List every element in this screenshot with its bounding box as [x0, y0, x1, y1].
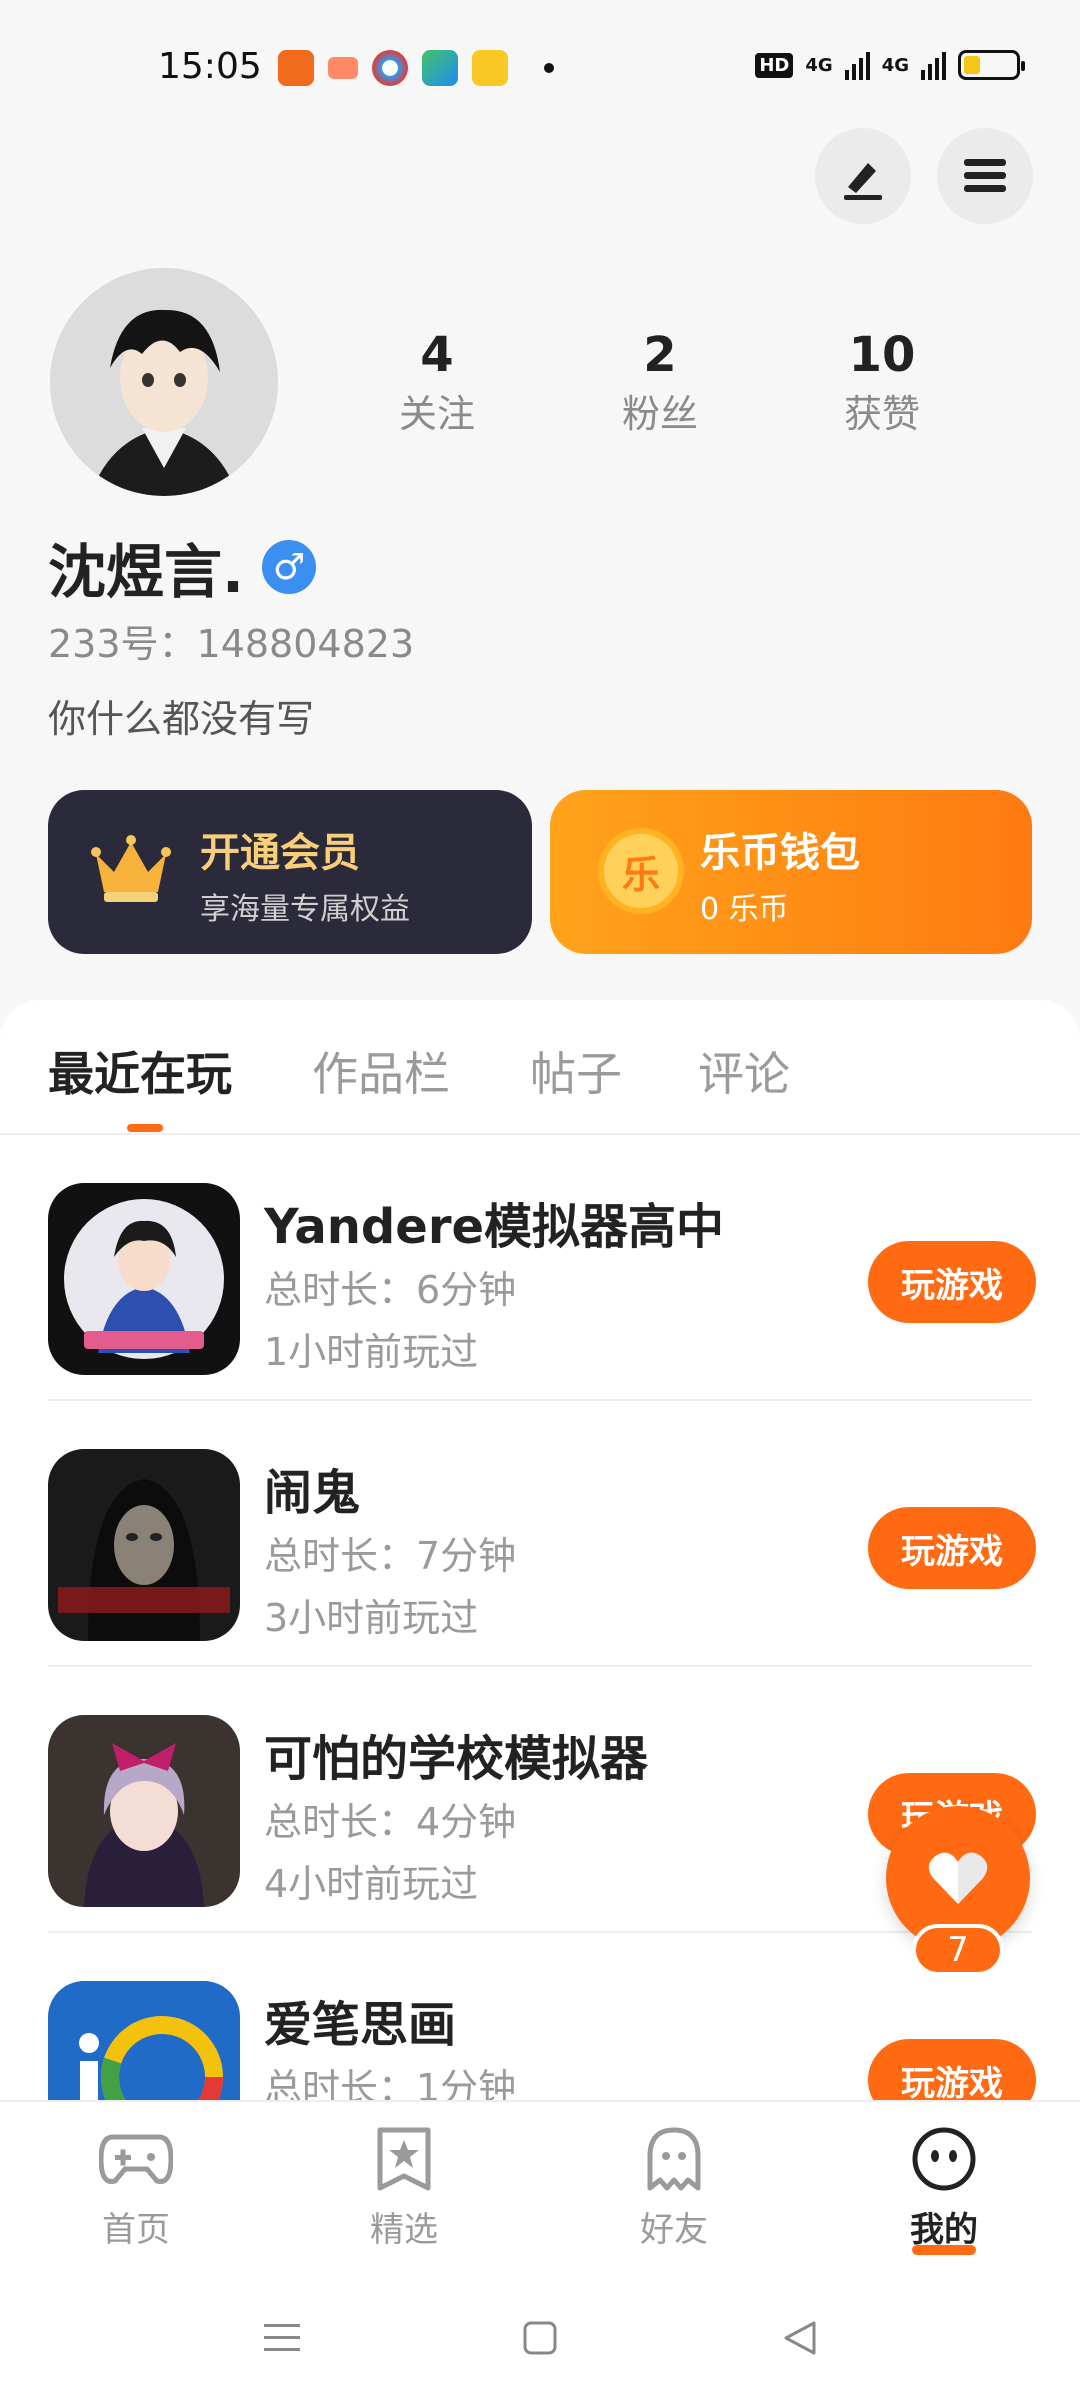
nav-label: 好友 [640, 2210, 708, 2250]
game-item[interactable]: 闹鬼 总时长：7分钟 3小时前玩过 玩游戏 [48, 1401, 1036, 1667]
active-tab-indicator [127, 1124, 163, 1132]
game-notification-icon [328, 57, 358, 79]
wallet-balance: 0 乐币 [700, 892, 789, 927]
nav-label: 精选 [370, 2210, 438, 2250]
game-duration: 总时长：4分钟 [264, 1800, 517, 1844]
battery-level [964, 56, 980, 74]
network-type-1: 4G [805, 54, 833, 76]
gamepad-icon [99, 2122, 173, 2196]
wallet-card[interactable]: 乐 乐币钱包 0 乐币 [550, 790, 1032, 954]
reader-notification-icon [472, 50, 508, 86]
avatar[interactable] [50, 268, 278, 496]
status-bar: 15:05 HD 4G 4G [0, 0, 1080, 130]
menu-lines-icon [264, 2324, 300, 2351]
play-game-button[interactable]: 玩游戏 [868, 2039, 1036, 2100]
star-bookmark-icon [367, 2122, 441, 2196]
avatar-image [50, 268, 278, 496]
game-name: Yandere模拟器高中 [264, 1199, 725, 1255]
app-notification-icon [278, 50, 314, 86]
play-game-button[interactable]: 玩游戏 [868, 1507, 1036, 1589]
tab-posts[interactable]: 帖子 [530, 1038, 622, 1104]
game-icon-haunted [48, 1449, 240, 1641]
likes-label: 获赞 [843, 392, 920, 436]
vip-title: 开通会员 [200, 830, 360, 876]
play-game-button[interactable]: 玩游戏 [868, 1241, 1036, 1323]
tab-works[interactable]: 作品栏 [312, 1038, 450, 1104]
followers-count: 2 [643, 327, 677, 383]
like-count-badge: 7 [912, 1924, 1004, 1976]
ghost-icon [637, 2122, 711, 2196]
back-button[interactable] [770, 2308, 830, 2368]
battery-icon [958, 50, 1025, 80]
tab-recent-played[interactable]: 最近在玩 [48, 1038, 232, 1104]
username: 沈煜言. [48, 538, 245, 606]
profile-tabs: 最近在玩 作品栏 帖子 评论 [0, 1000, 1080, 1135]
likes-stat[interactable]: 10 获赞 [792, 325, 972, 443]
user-bio: 你什么都没有写 [48, 697, 315, 741]
vip-card[interactable]: 开通会员 享海量专属权益 [48, 790, 532, 954]
bottom-nav: 首页 精选 好友 我的 [0, 2100, 1080, 2270]
recent-apps-button[interactable] [252, 2308, 312, 2368]
signal-icon-1 [844, 50, 870, 80]
username-row: 沈煜言. ♂ [48, 525, 317, 609]
menu-icon [964, 159, 1006, 192]
game-duration: 总时长：1分钟 [264, 2066, 517, 2100]
followers-label: 粉丝 [621, 392, 698, 436]
square-icon [523, 2321, 557, 2355]
nav-me[interactable]: 我的 [844, 2122, 1044, 2255]
game-icon-ibis-paint [48, 1981, 240, 2100]
male-gender-icon: ♂ [262, 540, 317, 594]
likes-count: 10 [848, 327, 916, 383]
hd-voice-icon: HD [755, 52, 794, 78]
nav-home[interactable]: 首页 [36, 2122, 236, 2251]
game-duration: 总时长：6分钟 [264, 1268, 517, 1312]
nav-label: 首页 [102, 2210, 170, 2250]
heart-icon [928, 1852, 988, 1904]
more-notifications-dot [544, 63, 554, 73]
menu-button[interactable] [937, 128, 1033, 224]
following-count: 4 [420, 327, 454, 383]
system-nav-bar [0, 2270, 1080, 2400]
crown-icon [91, 835, 171, 902]
tab-comments[interactable]: 评论 [698, 1038, 790, 1104]
game-name: 爱笔思画 [264, 1997, 457, 2053]
game-item[interactable]: 爱笔思画 总时长：1分钟 玩游戏 [48, 1933, 1036, 2100]
nav-label: 我的 [910, 2210, 978, 2250]
user-id: 233号：148804823 [48, 622, 415, 666]
signal-icon-2 [921, 50, 946, 80]
game-name: 闹鬼 [264, 1465, 361, 1521]
notification-icons [278, 50, 554, 86]
browser-notification-icon [372, 50, 408, 86]
game-name: 可怕的学校模拟器 [264, 1731, 649, 1787]
followers-stat[interactable]: 2 粉丝 [570, 325, 750, 443]
pencil-icon [844, 163, 882, 200]
game-icon-school-simulator [48, 1715, 240, 1907]
game-last-played: 3小时前玩过 [264, 1596, 479, 1640]
game-item[interactable]: 可怕的学校模拟器 总时长：4分钟 4小时前玩过 玩游戏 [48, 1667, 1036, 1933]
game-last-played: 1小时前玩过 [264, 1330, 479, 1374]
status-time: 15:05 [158, 46, 262, 87]
nav-featured[interactable]: 精选 [304, 2122, 504, 2251]
video-notification-icon [422, 50, 458, 86]
coin-icon: 乐 [598, 828, 684, 914]
wallet-title: 乐币钱包 [700, 830, 860, 876]
following-stat[interactable]: 4 关注 [347, 325, 527, 443]
game-icon-yandere [48, 1183, 240, 1375]
game-last-played: 4小时前玩过 [264, 1862, 479, 1906]
vip-subtitle: 享海量专属权益 [200, 892, 410, 927]
home-button[interactable] [510, 2308, 570, 2368]
status-indicators: HD 4G 4G [755, 50, 1025, 80]
game-duration: 总时长：7分钟 [264, 1534, 517, 1578]
game-item[interactable]: Yandere模拟器高中 总时长：6分钟 1小时前玩过 玩游戏 [48, 1135, 1036, 1401]
edit-profile-button[interactable] [815, 128, 911, 224]
following-label: 关注 [398, 392, 475, 436]
network-type-2: 4G [881, 54, 909, 76]
nav-friends[interactable]: 好友 [574, 2122, 774, 2251]
smiley-icon [907, 2122, 981, 2196]
back-triangle-icon [784, 2321, 816, 2355]
